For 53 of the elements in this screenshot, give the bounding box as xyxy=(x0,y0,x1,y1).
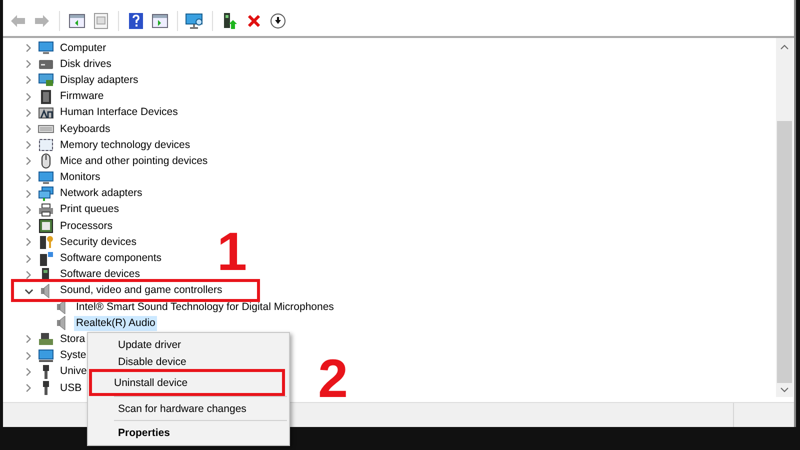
processor-icon xyxy=(38,218,54,234)
tree-item[interactable]: Human Interface Devices xyxy=(58,105,180,120)
down-arrow-circle-icon[interactable] xyxy=(270,12,286,28)
pane-icon[interactable] xyxy=(152,14,168,28)
tree-item[interactable]: Network adapters xyxy=(58,186,144,202)
display-adapter-icon xyxy=(38,72,54,88)
printer-icon xyxy=(38,202,54,218)
chip-icon xyxy=(38,88,54,105)
tree-item[interactable]: Unive xyxy=(58,364,89,380)
help-icon[interactable] xyxy=(129,12,143,28)
monitor-icon xyxy=(38,40,54,56)
update-driver-icon[interactable] xyxy=(222,12,238,30)
monitor-icon xyxy=(38,170,54,186)
tree-item[interactable]: Computer xyxy=(58,40,108,56)
tree-item[interactable]: Display adapters xyxy=(58,72,140,88)
scroll-up-icon[interactable] xyxy=(780,44,789,50)
tree-item[interactable]: Software components xyxy=(58,251,164,266)
tree-item[interactable]: Intel® Smart Sound Technology for Digital Microphones xyxy=(74,300,336,315)
network-icon xyxy=(38,186,54,202)
tree-item[interactable]: Security devices xyxy=(58,234,138,250)
scrollbar[interactable] xyxy=(776,38,793,397)
close-icon[interactable] xyxy=(247,14,261,28)
tree-item[interactable]: USB xyxy=(58,380,84,396)
system-icon xyxy=(38,348,54,364)
tree-item[interactable]: Mice and other pointing devices xyxy=(58,154,210,169)
scrollbar-thumb[interactable] xyxy=(777,121,792,383)
tree-item[interactable]: Software devices xyxy=(58,267,142,282)
pane-icon[interactable] xyxy=(69,14,85,28)
scroll-down-icon[interactable] xyxy=(780,387,789,393)
tree-item[interactable]: Keyboards xyxy=(58,122,112,137)
step-number: 2 xyxy=(318,352,348,406)
memory-icon xyxy=(38,137,54,154)
tree-item[interactable]: Processors xyxy=(58,218,115,234)
tree-item[interactable]: Disk drives xyxy=(58,56,114,72)
menu-item[interactable]: Scan for hardware changes xyxy=(92,400,285,417)
tree-item[interactable]: Memory technology devices xyxy=(58,138,192,153)
storage-icon xyxy=(38,331,54,348)
security-icon xyxy=(38,234,54,250)
software-component-icon xyxy=(38,250,54,267)
tree-item[interactable]: Sound, video and game controllers xyxy=(58,283,224,298)
hid-icon xyxy=(38,104,54,121)
menu-item[interactable]: Update driver xyxy=(92,336,285,353)
tree-item[interactable]: Monitors xyxy=(58,170,102,186)
menu-item[interactable]: Disable device xyxy=(92,353,285,370)
tree-item[interactable]: Firmware xyxy=(58,89,106,104)
tree-item[interactable]: Realtek(R) Audio xyxy=(74,316,158,331)
step-number: 1 xyxy=(217,225,248,280)
menu-item[interactable]: Properties xyxy=(92,424,285,441)
tree-item[interactable]: Print queues xyxy=(58,202,121,218)
tree-item[interactable]: Syste xyxy=(58,348,88,364)
properties-sheet-icon[interactable] xyxy=(93,12,109,28)
tree-item[interactable]: Stora xyxy=(58,332,88,347)
monitor-scan-icon[interactable] xyxy=(185,12,205,28)
